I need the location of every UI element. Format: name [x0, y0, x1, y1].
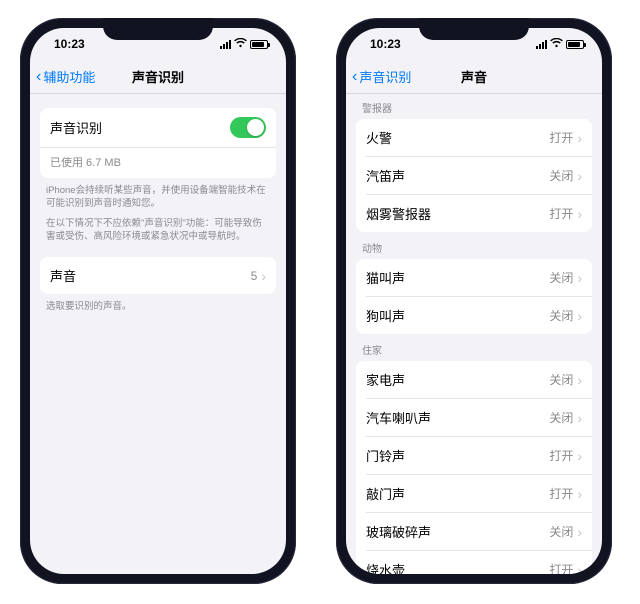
cell-group: 火警打开›汽笛声关闭›烟雾警报器打开›	[356, 119, 592, 232]
sound-row[interactable]: 玻璃破碎声关闭›	[366, 512, 592, 550]
sound-row[interactable]: 猫叫声关闭›	[356, 259, 592, 296]
sound-label: 烧水壶	[366, 560, 549, 574]
chevron-right-icon: ›	[577, 562, 582, 575]
sound-state: 关闭	[549, 371, 573, 388]
sound-state: 关闭	[549, 523, 573, 540]
sounds-footer: 选取要识别的声音。	[30, 294, 286, 313]
sound-recognition-toggle-row[interactable]: 声音识别	[40, 108, 276, 147]
section: 警报器火警打开›汽笛声关闭›烟雾警报器打开›	[356, 100, 592, 232]
description-2: 在以下情况下不应依赖"声音识别"功能：可能导致伤害或受伤、高风险环境或紧急状况中…	[30, 211, 286, 244]
wifi-icon	[234, 38, 247, 51]
sound-label: 火警	[366, 128, 549, 147]
content-right[interactable]: 警报器火警打开›汽笛声关闭›烟雾警报器打开›动物猫叫声关闭›狗叫声关闭›住家家电…	[346, 94, 602, 574]
sound-row[interactable]: 敲门声打开›	[366, 474, 592, 512]
nav-bar: ‹ 声音识别 声音	[346, 60, 602, 94]
chevron-right-icon: ›	[577, 524, 582, 540]
nav-bar: ‹ 辅助功能 声音识别	[30, 60, 286, 94]
sound-state: 关闭	[549, 409, 573, 426]
chevron-left-icon: ‹	[36, 69, 41, 85]
sound-row[interactable]: 门铃声打开›	[366, 436, 592, 474]
section: 动物猫叫声关闭›狗叫声关闭›	[356, 240, 592, 334]
sound-row[interactable]: 烧水壶打开 ›	[366, 550, 592, 574]
chevron-right-icon: ›	[577, 308, 582, 324]
section-header: 动物	[356, 240, 592, 259]
signal-icon	[536, 40, 547, 49]
sounds-label: 声音	[50, 266, 251, 285]
wifi-icon	[550, 38, 563, 51]
content-left: 声音识别 已使用 6.7 MB iPhone会持续听某些声音，并使用设备端智能技…	[30, 94, 286, 574]
screen-left: 10:23 ‹ 辅助功能 声音识别 声音识别	[30, 28, 286, 574]
sound-row[interactable]: 汽车喇叭声关闭›	[366, 398, 592, 436]
chevron-right-icon: ›	[577, 372, 582, 388]
chevron-right-icon: ›	[577, 206, 582, 222]
sound-state: 打开	[549, 485, 573, 502]
sound-label: 汽车喇叭声	[366, 408, 549, 427]
sounds-row[interactable]: 声音 5 ›	[40, 257, 276, 294]
sound-label: 门铃声	[366, 446, 549, 465]
status-right	[220, 38, 268, 51]
chevron-right-icon: ›	[577, 448, 582, 464]
sound-label: 烟雾警报器	[366, 204, 549, 223]
section-header: 住家	[356, 342, 592, 361]
sound-state: 打开	[549, 129, 573, 146]
cell-group: 猫叫声关闭›狗叫声关闭›	[356, 259, 592, 334]
status-time: 10:23	[370, 37, 401, 51]
chevron-right-icon: ›	[577, 486, 582, 502]
sounds-count: 5	[251, 269, 258, 283]
back-label: 辅助功能	[43, 67, 95, 86]
battery-icon	[250, 40, 268, 49]
chevron-right-icon: ›	[577, 130, 582, 146]
section: 住家家电声关闭›汽车喇叭声关闭›门铃声打开›敲门声打开›玻璃破碎声关闭›烧水壶打…	[356, 342, 592, 574]
description-1: iPhone会持续听某些声音，并使用设备端智能技术在可能识别到声音时通知您。	[30, 178, 286, 211]
signal-icon	[220, 40, 231, 49]
back-label: 声音识别	[359, 67, 411, 86]
phone-right: 10:23 ‹ 声音识别 声音 警报器火警打开›汽笛声关闭›烟雾警报器打开›动物…	[336, 18, 612, 584]
sound-row[interactable]: 家电声关闭›	[356, 361, 592, 398]
notch	[103, 18, 213, 40]
sound-state: 打开	[549, 205, 573, 222]
status-right	[536, 38, 584, 51]
chevron-right-icon: ›	[577, 168, 582, 184]
sound-state: 打开	[549, 447, 573, 464]
sound-label: 家电声	[366, 370, 549, 389]
notch	[419, 18, 529, 40]
cell-group: 家电声关闭›汽车喇叭声关闭›门铃声打开›敲门声打开›玻璃破碎声关闭›烧水壶打开›…	[356, 361, 592, 574]
chevron-right-icon: ›	[577, 410, 582, 426]
sound-label: 狗叫声	[366, 306, 549, 325]
sound-state: 打开	[549, 561, 573, 574]
sound-row[interactable]: 汽笛声关闭›	[366, 156, 592, 194]
sound-state: 关闭	[549, 269, 573, 286]
storage-usage: 已使用 6.7 MB	[40, 147, 276, 178]
screen-right: 10:23 ‹ 声音识别 声音 警报器火警打开›汽笛声关闭›烟雾警报器打开›动物…	[346, 28, 602, 574]
toggle-switch[interactable]	[230, 117, 266, 138]
sound-label: 猫叫声	[366, 268, 549, 287]
status-time: 10:23	[54, 37, 85, 51]
sound-label: 玻璃破碎声	[366, 522, 549, 541]
sound-row[interactable]: 狗叫声关闭›	[366, 296, 592, 334]
sound-state: 关闭	[549, 167, 573, 184]
chevron-right-icon: ›	[261, 268, 266, 284]
toggle-label: 声音识别	[50, 118, 230, 137]
back-button[interactable]: ‹ 声音识别	[352, 67, 411, 86]
sound-label: 敲门声	[366, 484, 549, 503]
sound-row[interactable]: 火警打开›	[356, 119, 592, 156]
battery-icon	[566, 40, 584, 49]
sound-row[interactable]: 烟雾警报器打开›	[366, 194, 592, 232]
chevron-left-icon: ‹	[352, 69, 357, 85]
sound-label: 汽笛声	[366, 166, 549, 185]
section-header: 警报器	[356, 100, 592, 119]
phone-left: 10:23 ‹ 辅助功能 声音识别 声音识别	[20, 18, 296, 584]
chevron-right-icon: ›	[577, 270, 582, 286]
back-button[interactable]: ‹ 辅助功能	[36, 67, 95, 86]
sound-state: 关闭	[549, 307, 573, 324]
